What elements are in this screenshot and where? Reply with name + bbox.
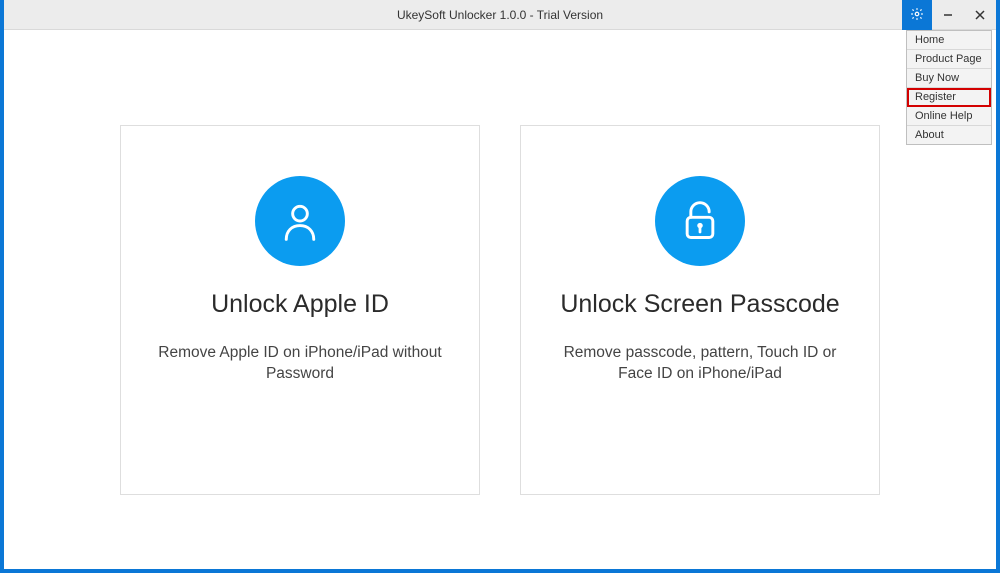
menu-item-about[interactable]: About: [907, 126, 991, 144]
gear-icon: [910, 7, 924, 24]
card-title: Unlock Screen Passcode: [560, 290, 839, 319]
menu-item-product-page[interactable]: Product Page: [907, 50, 991, 69]
unlock-apple-id-card[interactable]: Unlock Apple ID Remove Apple ID on iPhon…: [120, 125, 480, 495]
settings-button[interactable]: [902, 0, 932, 30]
minimize-button[interactable]: [932, 0, 964, 30]
card-description: Remove passcode, pattern, Touch ID or Fa…: [545, 343, 855, 385]
minimize-icon: [943, 8, 953, 23]
card-description: Remove Apple ID on iPhone/iPad without P…: [145, 343, 455, 385]
settings-menu: Home Product Page Buy Now Register Onlin…: [906, 30, 992, 145]
close-icon: [975, 8, 985, 23]
menu-item-buy-now[interactable]: Buy Now: [907, 69, 991, 88]
menu-item-register[interactable]: Register: [907, 88, 991, 107]
window-controls: [902, 0, 996, 30]
card-title: Unlock Apple ID: [211, 290, 389, 319]
close-button[interactable]: [964, 0, 996, 30]
lock-icon: [655, 176, 745, 266]
window-title: UkeySoft Unlocker 1.0.0 - Trial Version: [397, 8, 603, 22]
titlebar: UkeySoft Unlocker 1.0.0 - Trial Version: [4, 0, 996, 30]
unlock-screen-passcode-card[interactable]: Unlock Screen Passcode Remove passcode, …: [520, 125, 880, 495]
menu-item-home[interactable]: Home: [907, 31, 991, 50]
main-content: Unlock Apple ID Remove Apple ID on iPhon…: [4, 30, 996, 495]
person-icon: [255, 176, 345, 266]
menu-item-online-help[interactable]: Online Help: [907, 107, 991, 126]
